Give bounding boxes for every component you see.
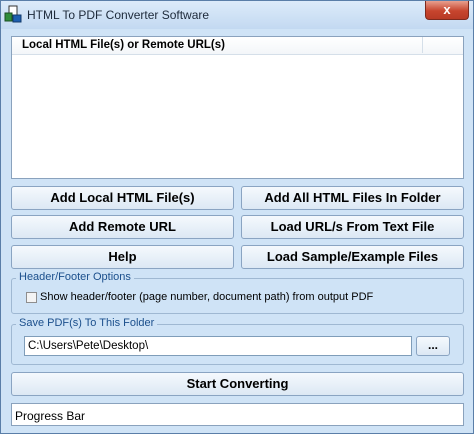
add-local-files-button[interactable]: Add Local HTML File(s) <box>11 186 234 210</box>
save-folder-path-input[interactable]: C:\Users\Pete\Desktop\ <box>24 336 412 356</box>
add-all-folder-button[interactable]: Add All HTML Files In Folder <box>241 186 464 210</box>
app-icon <box>4 5 22 23</box>
header-footer-checkbox[interactable] <box>26 292 37 303</box>
load-samples-button[interactable]: Load Sample/Example Files <box>241 245 464 269</box>
help-button[interactable]: Help <box>11 245 234 269</box>
add-remote-url-button[interactable]: Add Remote URL <box>11 215 234 239</box>
load-urls-text-button[interactable]: Load URL/s From Text File <box>241 215 464 239</box>
start-converting-button[interactable]: Start Converting <box>11 372 464 396</box>
list-column-header[interactable]: Local HTML File(s) or Remote URL(s) <box>12 37 463 55</box>
close-button[interactable]: x <box>425 1 469 20</box>
app-window: HTML To PDF Converter Software x Local H… <box>0 0 474 434</box>
header-footer-checkbox-label[interactable]: Show header/footer (page number, documen… <box>40 291 373 303</box>
file-list[interactable]: Local HTML File(s) or Remote URL(s) <box>11 36 464 179</box>
title-bar: HTML To PDF Converter Software x <box>1 1 473 29</box>
list-header-label: Local HTML File(s) or Remote URL(s) <box>22 39 225 51</box>
save-folder-group-label: Save PDF(s) To This Folder <box>16 317 158 329</box>
header-footer-group-label: Header/Footer Options <box>16 271 134 283</box>
browse-folder-button[interactable]: ... <box>416 336 450 356</box>
window-title: HTML To PDF Converter Software <box>27 8 210 22</box>
progress-bar: Progress Bar <box>11 403 464 426</box>
column-separator[interactable] <box>422 37 423 53</box>
